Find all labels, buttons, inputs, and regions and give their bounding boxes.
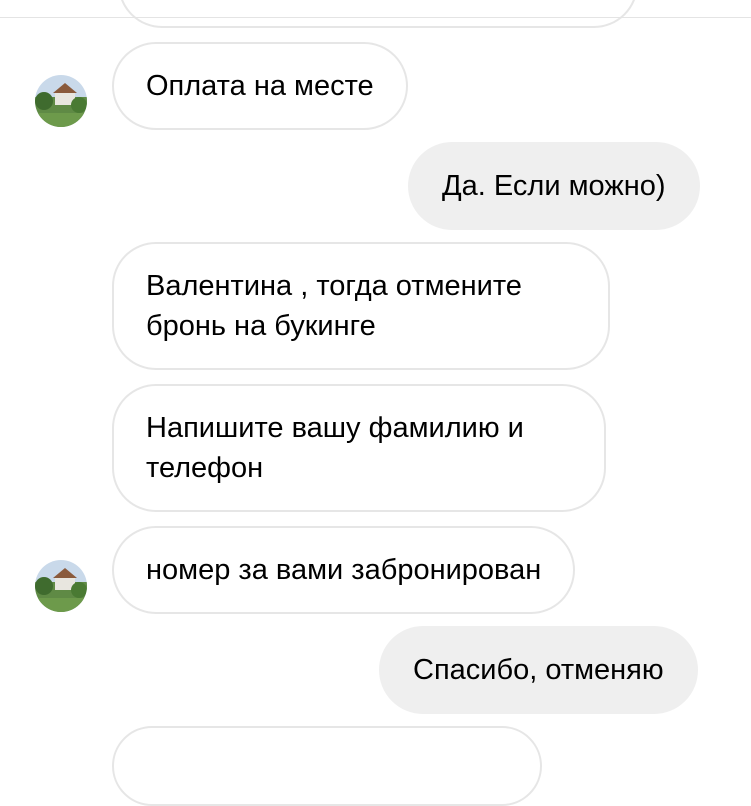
message-bubble-outgoing[interactable]: Спасибо, отменяю — [379, 626, 698, 714]
sender-avatar[interactable] — [35, 75, 87, 127]
message-bubble-outgoing[interactable]: Да. Если можно) — [408, 142, 700, 230]
message-bubble[interactable]: Напишите вашу фамилию и телефон — [112, 384, 606, 512]
message-bubble-partial-top[interactable] — [118, 0, 638, 28]
sender-avatar[interactable] — [35, 560, 87, 612]
top-divider — [0, 17, 751, 18]
message-bubble[interactable]: Валентина , тогда отмените бронь на буки… — [112, 242, 610, 370]
message-bubble-partial-bottom[interactable] — [112, 726, 542, 806]
message-bubble[interactable]: номер за вами забронирован — [112, 526, 576, 614]
sticker-icon — [118, 0, 168, 2]
message-bubble[interactable]: Оплата на месте — [112, 42, 408, 130]
